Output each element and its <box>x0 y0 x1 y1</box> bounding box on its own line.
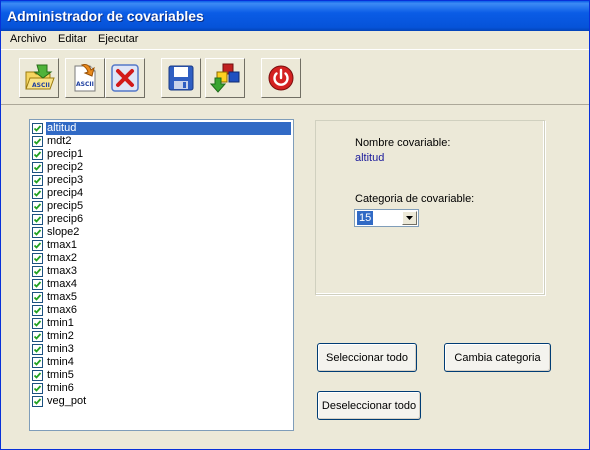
list-item-label: tmax6 <box>47 304 77 316</box>
list-item[interactable]: tmin1 <box>32 317 291 330</box>
list-item[interactable]: tmin6 <box>32 382 291 395</box>
export-ascii-button[interactable]: ASCII <box>65 58 105 98</box>
list-item-label: precip6 <box>47 213 84 225</box>
checkbox[interactable] <box>32 344 43 355</box>
main-window: Administrador de covariables Archivo Edi… <box>0 0 590 450</box>
list-item[interactable]: tmax3 <box>32 265 291 278</box>
list-item-label: tmin3 <box>47 343 74 355</box>
checkbox[interactable] <box>32 188 43 199</box>
name-label: Nombre covariable: <box>355 137 451 149</box>
title-bar[interactable]: Administrador de covariables <box>1 1 589 31</box>
list-item-label: veg_pot <box>47 395 87 407</box>
list-item-label: precip1 <box>47 148 84 160</box>
checkbox[interactable] <box>32 227 43 238</box>
checkbox[interactable] <box>32 123 43 134</box>
category-select-value: 15 <box>357 211 374 225</box>
category-select[interactable]: 15 <box>354 209 419 227</box>
checkbox[interactable] <box>32 240 43 251</box>
checkbox[interactable] <box>32 253 43 264</box>
menu-bar: Archivo Editar Ejecutar <box>1 31 589 49</box>
checkbox[interactable] <box>32 357 43 368</box>
list-item[interactable]: tmin2 <box>32 330 291 343</box>
delete-icon <box>111 64 139 92</box>
list-item[interactable]: precip1 <box>32 148 291 161</box>
power-button[interactable] <box>261 58 301 98</box>
select-all-button[interactable]: Seleccionar todo <box>317 343 417 372</box>
list-item[interactable]: precip3 <box>32 174 291 187</box>
checkbox[interactable] <box>32 266 43 277</box>
list-item-label: tmin1 <box>47 317 74 329</box>
list-item[interactable]: tmax5 <box>32 291 291 304</box>
checkbox[interactable] <box>32 136 43 147</box>
checkbox[interactable] <box>32 201 43 212</box>
list-item[interactable]: mdt2 <box>32 135 291 148</box>
name-value: altitud <box>355 152 385 164</box>
toolbar: ASCII ASCII <box>1 49 589 105</box>
menu-editar[interactable]: Editar <box>58 33 87 45</box>
checkbox[interactable] <box>32 370 43 381</box>
export-ascii-icon: ASCII <box>74 64 96 92</box>
list-item[interactable]: tmax4 <box>32 278 291 291</box>
list-item-label: precip4 <box>47 187 84 199</box>
list-item-label: precip3 <box>47 174 84 186</box>
process-icon <box>209 63 240 93</box>
list-item[interactable]: veg_pot <box>32 395 291 408</box>
list-item[interactable]: slope2 <box>32 226 291 239</box>
list-item[interactable]: tmin5 <box>32 369 291 382</box>
delete-button[interactable] <box>105 58 145 98</box>
list-item[interactable]: altitud <box>32 122 291 135</box>
checkbox[interactable] <box>32 383 43 394</box>
list-item-label: tmin6 <box>47 382 74 394</box>
window-title: Administrador de covariables <box>7 8 204 24</box>
open-ascii-button[interactable]: ASCII <box>19 58 59 98</box>
list-item-label: tmin2 <box>47 330 74 342</box>
list-item-label: mdt2 <box>47 135 72 147</box>
checkbox[interactable] <box>32 175 43 186</box>
list-item[interactable]: tmax2 <box>32 252 291 265</box>
list-item[interactable]: tmin4 <box>32 356 291 369</box>
list-item-label: slope2 <box>47 226 80 238</box>
checkbox[interactable] <box>32 396 43 407</box>
list-item-label: precip2 <box>47 161 84 173</box>
checkbox[interactable] <box>32 292 43 303</box>
chevron-down-icon[interactable] <box>402 211 417 225</box>
change-category-button[interactable]: Cambia categoria <box>444 343 551 372</box>
list-item-label: tmax2 <box>47 252 77 264</box>
list-item[interactable]: precip4 <box>32 187 291 200</box>
category-label: Categoria de covariable: <box>355 193 475 205</box>
list-item-label: tmin5 <box>47 369 74 381</box>
menu-archivo[interactable]: Archivo <box>10 33 47 45</box>
list-item[interactable]: precip6 <box>32 213 291 226</box>
checkbox[interactable] <box>32 149 43 160</box>
deselect-all-button[interactable]: Deseleccionar todo <box>317 391 421 420</box>
checkbox[interactable] <box>32 279 43 290</box>
checkbox[interactable] <box>32 318 43 329</box>
ascii-label: ASCII <box>32 82 50 89</box>
list-item[interactable]: tmax1 <box>32 239 291 252</box>
checkbox[interactable] <box>32 214 43 225</box>
covariables-list[interactable]: altitud mdt2 precip1 precip2 precip3 precip4 p… <box>29 119 294 431</box>
list-item[interactable]: precip2 <box>32 161 291 174</box>
list-item-label: precip5 <box>47 200 84 212</box>
list-item-label: tmax1 <box>47 239 77 251</box>
list-item-label: tmax3 <box>47 265 77 277</box>
open-ascii-icon: ASCII <box>25 64 55 90</box>
save-button[interactable] <box>161 58 201 98</box>
menu-ejecutar[interactable]: Ejecutar <box>98 33 138 45</box>
list-item-label: tmax5 <box>47 291 77 303</box>
ascii-label: ASCII <box>76 81 94 88</box>
process-button[interactable] <box>205 58 245 98</box>
list-item[interactable]: precip5 <box>32 200 291 213</box>
list-item-label: tmin4 <box>47 356 74 368</box>
list-item-label: tmax4 <box>47 278 77 290</box>
save-icon <box>168 65 194 91</box>
checkbox[interactable] <box>32 305 43 316</box>
checkbox[interactable] <box>32 162 43 173</box>
power-icon <box>268 65 294 91</box>
list-item[interactable]: tmin3 <box>32 343 291 356</box>
checkbox[interactable] <box>32 331 43 342</box>
list-item-label: altitud <box>46 122 291 135</box>
list-item[interactable]: tmax6 <box>32 304 291 317</box>
